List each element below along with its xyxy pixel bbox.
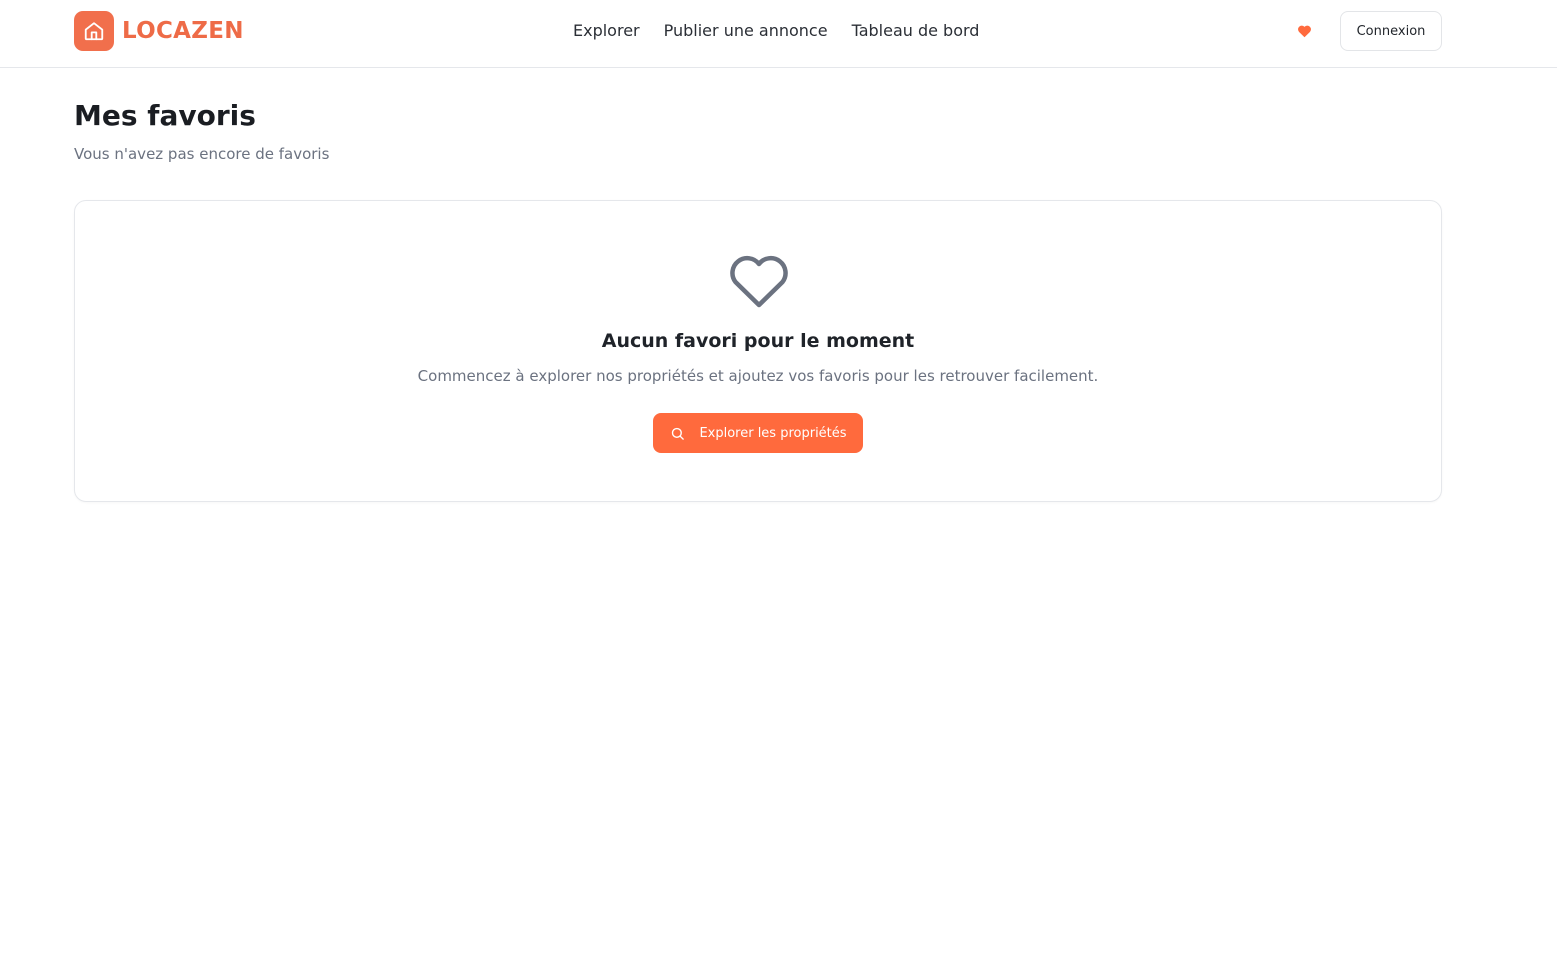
brand-link[interactable]: LOCAZEN (74, 11, 244, 51)
nav-link-tableau-de-bord[interactable]: Tableau de bord (840, 21, 992, 40)
empty-favorites-card: Aucun favori pour le moment Commencez à … (74, 200, 1442, 502)
page-title: Mes favoris (74, 99, 256, 132)
brand-name: LOCAZEN (122, 18, 244, 44)
nav-link-explorer[interactable]: Explorer (561, 21, 652, 40)
search-icon (669, 425, 685, 441)
nav-link-publier-annonce[interactable]: Publier une annonce (652, 21, 840, 40)
explore-properties-button[interactable]: Explorer les propriétés (653, 413, 863, 453)
page-subtitle: Vous n'avez pas encore de favoris (74, 145, 330, 163)
login-button[interactable]: Connexion (1340, 11, 1442, 51)
house-icon (74, 11, 114, 51)
empty-state-title: Aucun favori pour le moment (601, 330, 915, 352)
heart-outline-icon (727, 251, 791, 311)
main-nav: Explorer Publier une annonce Tableau de … (561, 0, 991, 60)
heart-icon[interactable] (1292, 19, 1316, 43)
empty-state-text: Commencez à explorer nos propriétés et a… (417, 367, 1099, 385)
explore-button-label: Explorer les propriétés (699, 425, 847, 441)
top-navbar: LOCAZEN Explorer Publier une annonce Tab… (0, 0, 1557, 68)
